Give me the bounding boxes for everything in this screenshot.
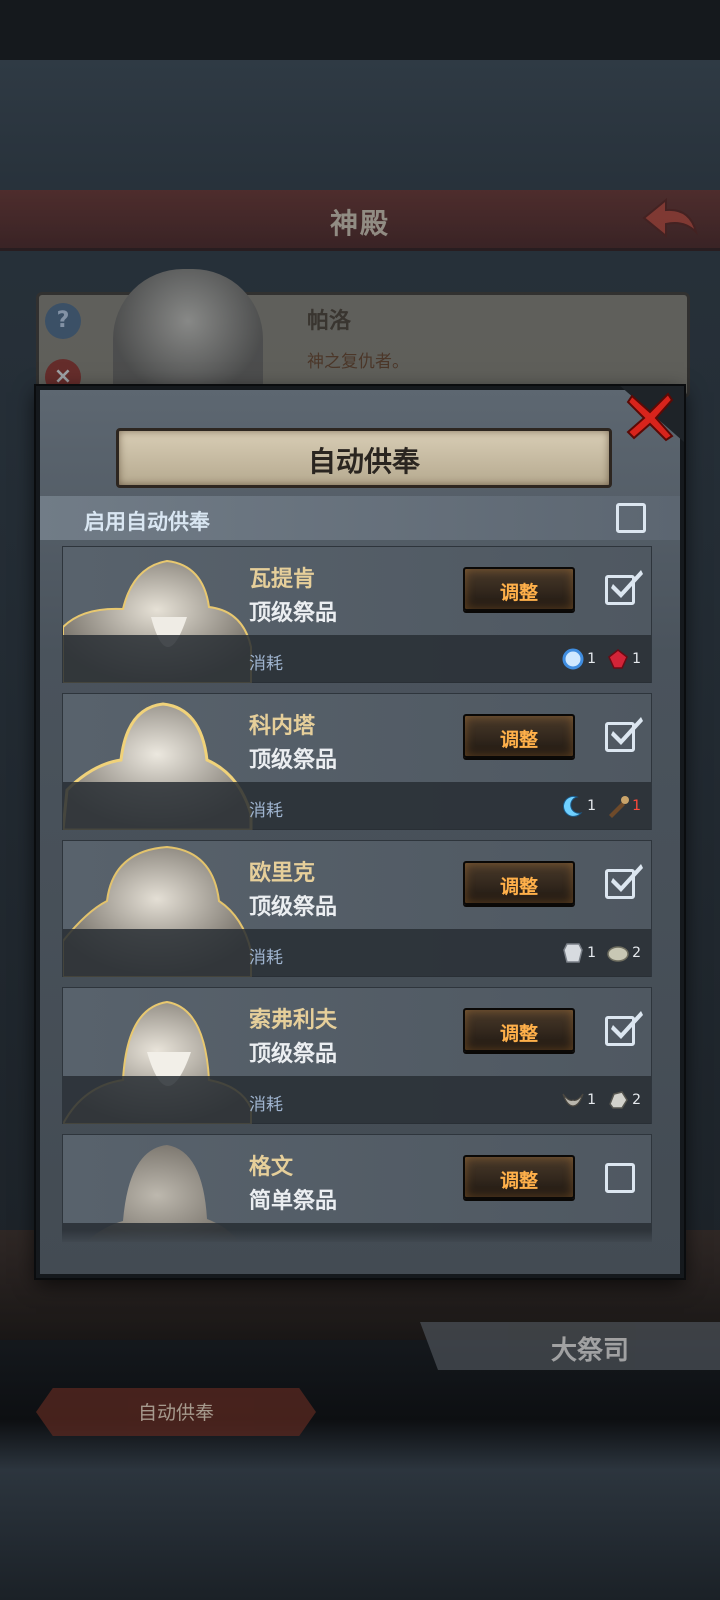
adjust-button[interactable]: 调整	[463, 567, 575, 611]
deity-checkbox[interactable]	[605, 1011, 643, 1046]
close-icon[interactable]	[624, 390, 676, 442]
cost-item: 1	[561, 941, 596, 965]
stone-icon	[607, 946, 629, 962]
cost-count: 1	[587, 798, 597, 814]
cost-count: 1	[587, 1092, 597, 1108]
horns-icon	[562, 1093, 584, 1107]
cost-item: 2	[606, 1088, 641, 1112]
help-icon[interactable]: ?	[45, 303, 81, 339]
cost-bar: 消耗 1 1	[63, 635, 651, 683]
offering-tier: 顶级祭品	[249, 1042, 338, 1067]
cost-count: 1	[587, 651, 597, 667]
deity-name: 瓦提肯	[249, 567, 316, 592]
torch-icon	[609, 796, 630, 818]
blue-orb-icon	[562, 648, 584, 670]
cost-bar: 消耗 1 2	[63, 1076, 651, 1124]
deity-checkbox[interactable]	[605, 717, 643, 752]
checkmark-icon	[611, 1011, 643, 1039]
cost-label: 消耗	[249, 1095, 283, 1115]
high-priest-label: 大祭司	[550, 1336, 629, 1366]
deity-name: 索弗利夫	[249, 1008, 338, 1033]
list-scroll-fade	[62, 1230, 652, 1244]
dialog-title-banner: 自动供奉	[116, 428, 612, 488]
cost-count: 2	[632, 1092, 641, 1108]
cost-items: 1 2	[561, 941, 641, 965]
selected-deity-card: ? × 帕洛 神之复仇者。	[36, 269, 690, 399]
cost-item: 1	[561, 1088, 596, 1112]
checkmark-icon	[611, 570, 643, 598]
deity-row: 格文 简单祭品 调整 消耗	[62, 1134, 652, 1242]
offering-tier: 顶级祭品	[249, 748, 338, 773]
cost-items: 1 1	[561, 794, 641, 818]
cost-items: 1 2	[561, 1088, 641, 1112]
high-priest-tab[interactable]: 大祭司	[420, 1322, 720, 1370]
deity-checkbox[interactable]	[605, 1163, 635, 1193]
auto-offer-dialog: 自动供奉 启用自动供奉 瓦提肯 顶级祭品 调整 消耗 1 1 科内塔 顶级祭品 …	[36, 386, 684, 1278]
adjust-button-label: 调整	[499, 729, 538, 751]
deity-checkbox[interactable]	[605, 864, 643, 899]
armor-icon	[563, 943, 583, 963]
checkmark-icon	[611, 717, 643, 745]
temple-header: 神殿	[0, 190, 720, 251]
deity-row: 欧里克 顶级祭品 调整 消耗 1 2	[62, 840, 652, 977]
cost-bar: 消耗 1 2	[63, 929, 651, 977]
deity-checkbox[interactable]	[605, 570, 643, 605]
dialog-title: 自动供奉	[307, 445, 420, 478]
deity-row: 瓦提肯 顶级祭品 调整 消耗 1 1	[62, 546, 652, 683]
game-screen: 神殿 ? × 帕洛 神之复仇者。 大祭司 自动供奉 自动供奉 启用自动供奉 瓦提…	[0, 0, 720, 1600]
adjust-button-label: 调整	[499, 582, 538, 604]
adjust-button[interactable]: 调整	[463, 1155, 575, 1199]
deity-row: 科内塔 顶级祭品 调整 消耗 1 1	[62, 693, 652, 830]
cost-item: 1	[606, 647, 641, 671]
cost-label: 消耗	[249, 801, 283, 821]
crescent-moon-icon	[563, 795, 583, 817]
deity-portrait	[113, 269, 263, 399]
cost-item: 1	[561, 794, 596, 818]
auto-offer-button-label: 自动供奉	[137, 1402, 214, 1424]
cost-items: 1 1	[561, 647, 641, 671]
offering-tier: 顶级祭品	[249, 601, 338, 626]
deity-name: 欧里克	[249, 861, 316, 886]
auto-offer-button[interactable]: 自动供奉	[36, 1388, 316, 1436]
cost-count: 1	[632, 798, 641, 814]
cost-item: 1	[561, 647, 596, 671]
adjust-button[interactable]: 调整	[463, 861, 575, 905]
adjust-button-label: 调整	[499, 1023, 538, 1045]
cost-item: 1	[606, 794, 641, 818]
adjust-button[interactable]: 调整	[463, 714, 575, 758]
red-gem-icon	[608, 649, 629, 669]
offering-tier: 顶级祭品	[249, 895, 338, 920]
deity-list[interactable]: 瓦提肯 顶级祭品 调整 消耗 1 1 科内塔 顶级祭品 调整 消耗 1 1 欧里…	[62, 546, 652, 1242]
cost-label: 消耗	[249, 948, 283, 968]
ore-icon	[609, 1091, 628, 1109]
checkmark-icon	[611, 864, 643, 892]
cost-count: 2	[632, 945, 641, 961]
back-arrow-icon[interactable]	[640, 196, 700, 240]
cost-count: 1	[632, 651, 641, 667]
selected-deity-description: 神之复仇者。	[307, 352, 409, 372]
cost-label: 消耗	[249, 654, 283, 674]
offering-tier: 简单祭品	[249, 1189, 338, 1214]
selected-deity-name: 帕洛	[307, 309, 352, 334]
cost-count: 1	[587, 945, 597, 961]
cost-bar: 消耗 1 1	[63, 782, 651, 830]
temple-title: 神殿	[329, 207, 390, 240]
enable-auto-offer-checkbox[interactable]	[616, 503, 646, 533]
cost-item: 2	[606, 941, 641, 965]
deity-name: 格文	[249, 1155, 294, 1180]
adjust-button[interactable]: 调整	[463, 1008, 575, 1052]
deity-row: 索弗利夫 顶级祭品 调整 消耗 1 2	[62, 987, 652, 1124]
adjust-button-label: 调整	[499, 1170, 538, 1192]
adjust-button-label: 调整	[499, 876, 538, 898]
deity-name: 科内塔	[249, 714, 316, 739]
enable-auto-offer-label: 启用自动供奉	[84, 510, 210, 534]
enable-auto-offer-row[interactable]: 启用自动供奉	[40, 496, 680, 540]
